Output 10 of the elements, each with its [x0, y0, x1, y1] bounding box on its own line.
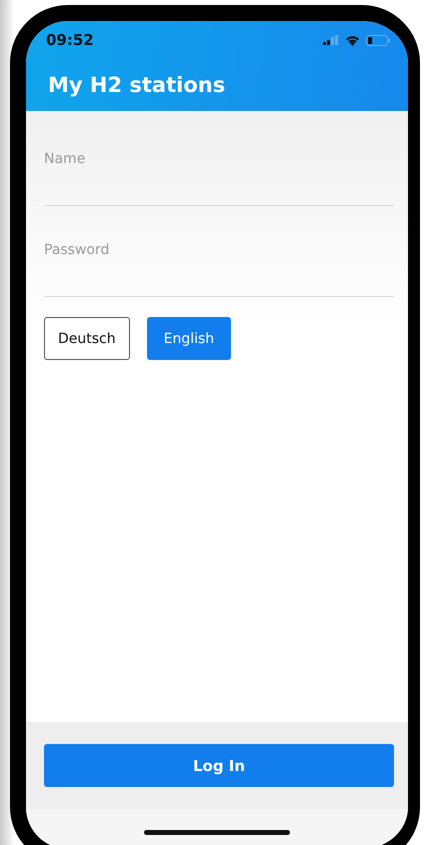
input-field[interactable]: Name: [44, 147, 394, 206]
battery-icon: [366, 34, 390, 46]
language-button[interactable]: Deutsch: [44, 317, 130, 360]
language-button[interactable]: English: [146, 317, 232, 360]
wifi-icon: [345, 34, 360, 46]
status-time: 09:52: [46, 31, 94, 49]
app-title: My H2 stations: [48, 73, 226, 97]
input-field[interactable]: Password: [44, 238, 394, 297]
signal-icon: [323, 35, 339, 45]
login-button[interactable]: Log In: [44, 744, 394, 787]
